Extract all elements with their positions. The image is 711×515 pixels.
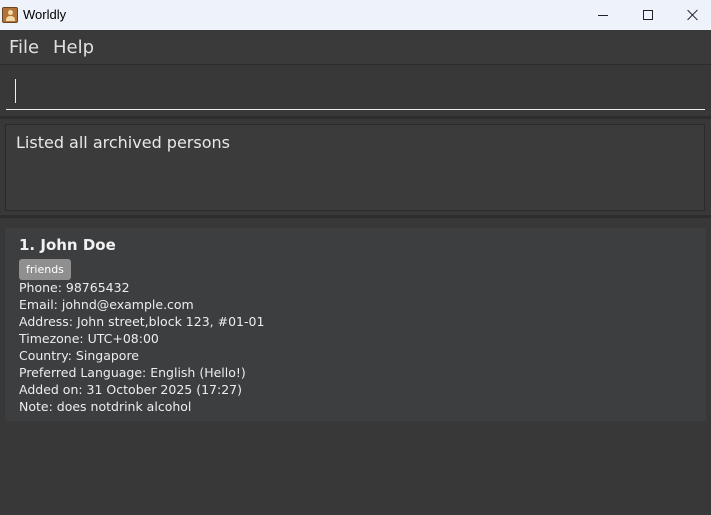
timezone-field: Timezone: UTC+08:00 [19,331,159,346]
minimize-button[interactable] [580,0,626,30]
added-on-field: Added on: 31 October 2025 (17:27) [19,382,242,397]
divider [0,215,711,218]
text-caret [15,79,16,103]
command-input[interactable] [6,70,705,110]
person-name: 1. John Doe [19,236,116,254]
result-display[interactable]: Listed all archived persons [5,124,705,211]
person-card[interactable]: 1. John Doe friends Phone: 98765432 Emai… [5,228,706,421]
language-field: Preferred Language: English (Hello!) [19,365,246,380]
address-field: Address: John street,block 123, #01-01 [19,314,265,329]
country-field: Country: Singapore [19,348,139,363]
close-button[interactable] [670,0,711,30]
maximize-button[interactable] [625,0,671,30]
person-icon [2,7,18,23]
email-field: Email: johnd@example.com [19,297,194,312]
menu-file[interactable]: File [9,37,39,58]
command-box [0,66,711,116]
maximize-icon [643,10,653,20]
note-field: Note: does notdrink alcohol [19,399,192,414]
close-icon [687,9,699,21]
divider [0,116,711,119]
title-bar: Worldly [0,0,711,30]
phone-field: Phone: 98765432 [19,280,130,295]
menu-bar: File Help [0,30,711,65]
window-title: Worldly [23,7,67,22]
result-message: Listed all archived persons [16,133,230,152]
tag-badge: friends [19,259,71,280]
minimize-icon [598,14,608,16]
menu-help[interactable]: Help [53,37,94,58]
